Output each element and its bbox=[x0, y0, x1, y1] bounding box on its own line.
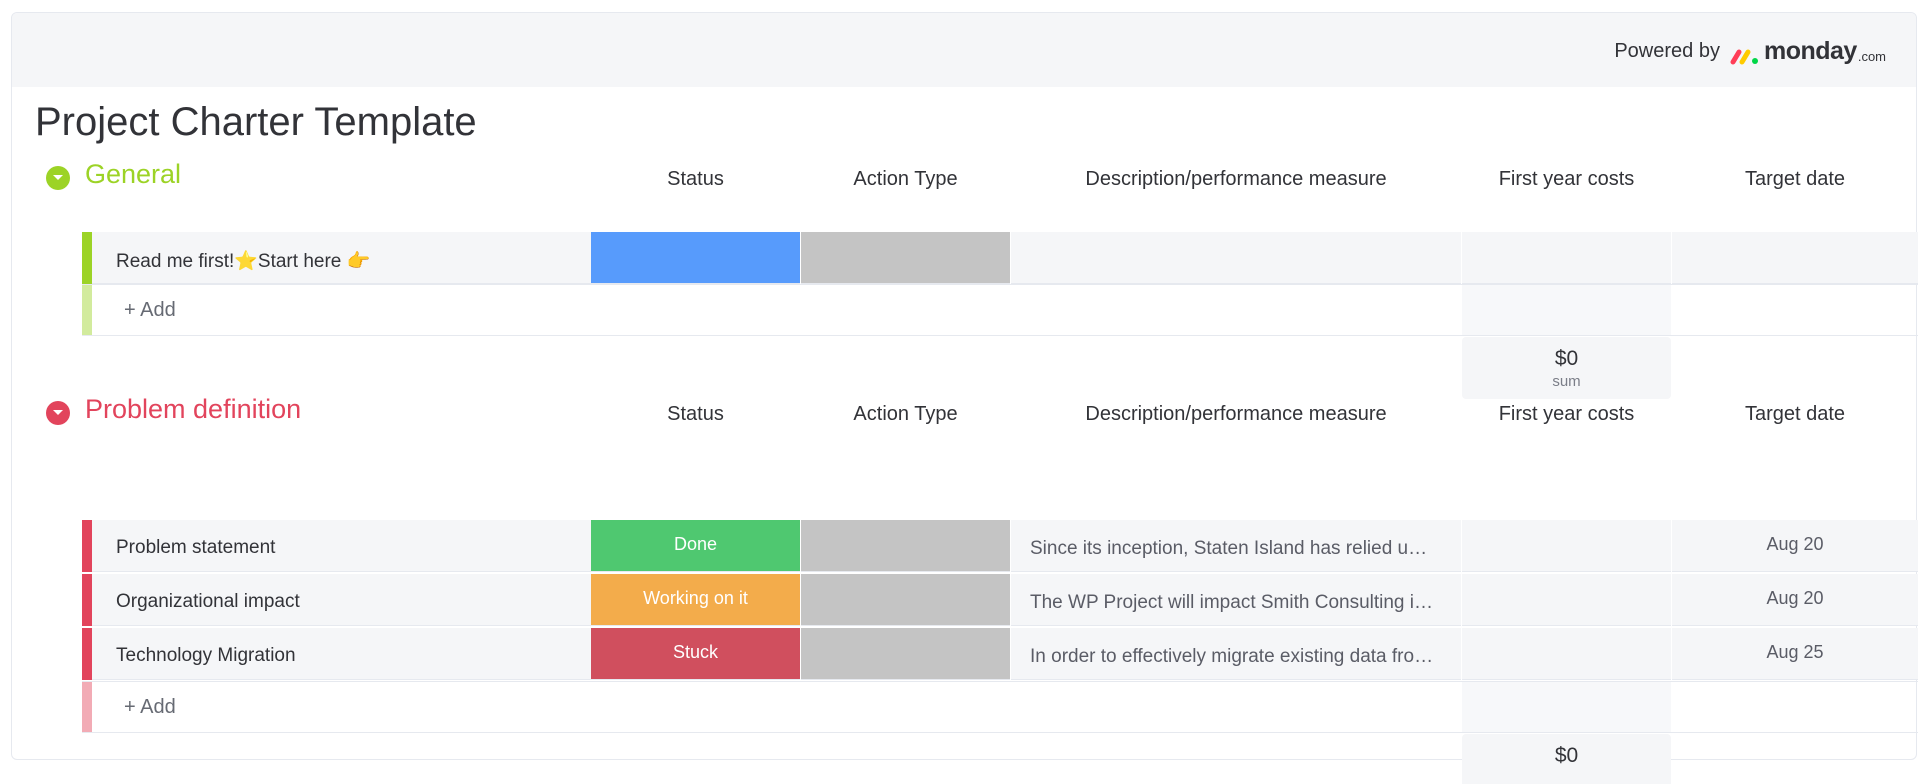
add-item-row[interactable]: + Add bbox=[82, 681, 1918, 733]
row-color-bar bbox=[82, 520, 92, 572]
description-cell[interactable] bbox=[1011, 232, 1461, 284]
column-header-first-year-costs[interactable]: First year costs bbox=[1462, 168, 1671, 191]
table-row[interactable]: Technology Migration Stuck In order to e… bbox=[82, 628, 1918, 680]
top-bar: Powered by monday .com bbox=[12, 13, 1916, 87]
add-item-button[interactable]: + Add bbox=[124, 696, 176, 719]
column-header-target-date[interactable]: Target date bbox=[1672, 168, 1918, 191]
table-row[interactable]: Organizational impact Working on it The … bbox=[82, 574, 1918, 626]
target-date-cell[interactable]: Aug 20 bbox=[1672, 520, 1918, 572]
target-date-cell[interactable] bbox=[1672, 232, 1918, 284]
target-date-text: Aug 25 bbox=[1766, 642, 1824, 662]
sum-summary: $0 bbox=[1462, 734, 1671, 784]
description-cell[interactable]: The WP Project will impact Smith Consult… bbox=[1011, 574, 1461, 626]
row-color-bar bbox=[82, 285, 92, 335]
powered-by[interactable]: Powered by monday .com bbox=[1614, 37, 1886, 66]
add-item-button[interactable]: + Add bbox=[124, 299, 176, 322]
description-cell[interactable]: Since its inception, Staten Island has r… bbox=[1011, 520, 1461, 572]
column-header-target-date[interactable]: Target date bbox=[1672, 403, 1918, 426]
sum-value: $0 bbox=[1554, 744, 1579, 767]
column-header-description[interactable]: Description/performance measure bbox=[1011, 168, 1461, 191]
group-header: Problem definition Status Action Type De… bbox=[0, 385, 1924, 435]
column-header-action-type[interactable]: Action Type bbox=[801, 403, 1010, 426]
item-name: Read me first!⭐Start here 👉 bbox=[116, 251, 371, 272]
item-name: Technology Migration bbox=[116, 645, 296, 666]
action-type-cell[interactable] bbox=[801, 574, 1010, 626]
description-cell[interactable]: In order to effectively migrate existing… bbox=[1011, 628, 1461, 680]
column-header-status[interactable]: Status bbox=[591, 403, 800, 426]
status-cell[interactable] bbox=[591, 232, 800, 284]
action-type-cell[interactable] bbox=[801, 232, 1010, 284]
add-item-row[interactable]: + Add bbox=[82, 284, 1918, 336]
item-name: Problem statement bbox=[116, 537, 276, 558]
column-header-description[interactable]: Description/performance measure bbox=[1011, 403, 1461, 426]
first-year-costs-cell[interactable] bbox=[1462, 232, 1671, 284]
monday-logo: monday .com bbox=[1730, 37, 1886, 66]
collapse-toggle[interactable] bbox=[46, 166, 70, 190]
chevron-down-icon bbox=[52, 404, 64, 422]
first-year-costs-cell[interactable] bbox=[1462, 520, 1671, 572]
table-row[interactable]: Problem statement Done Since its incepti… bbox=[82, 520, 1918, 572]
row-color-bar bbox=[82, 628, 92, 680]
collapse-toggle[interactable] bbox=[46, 401, 70, 425]
description-text: Since its inception, Staten Island has r… bbox=[1030, 538, 1428, 559]
status-cell[interactable]: Working on it bbox=[591, 574, 800, 626]
target-date-text: Aug 20 bbox=[1766, 534, 1824, 554]
description-text: The WP Project will impact Smith Consult… bbox=[1030, 592, 1433, 613]
powered-by-text: Powered by bbox=[1614, 40, 1720, 62]
cost-gap bbox=[1462, 682, 1671, 732]
column-header-status[interactable]: Status bbox=[591, 168, 800, 191]
status-cell[interactable]: Stuck bbox=[591, 628, 800, 680]
monday-logo-icon bbox=[1730, 49, 1758, 65]
row-color-bar bbox=[82, 232, 92, 284]
table-row[interactable]: Read me first!⭐Start here 👉 bbox=[82, 232, 1918, 284]
first-year-costs-cell[interactable] bbox=[1462, 574, 1671, 626]
group-title[interactable]: Problem definition bbox=[85, 394, 301, 425]
row-color-bar bbox=[82, 574, 92, 626]
item-name-cell[interactable]: Technology Migration bbox=[92, 628, 593, 680]
target-date-cell[interactable]: Aug 20 bbox=[1672, 574, 1918, 626]
item-name-cell[interactable]: Read me first!⭐Start here 👉 bbox=[92, 232, 593, 284]
cost-gap bbox=[1462, 285, 1671, 335]
group-title[interactable]: General bbox=[85, 159, 181, 190]
column-header-first-year-costs[interactable]: First year costs bbox=[1462, 403, 1671, 426]
row-color-bar bbox=[82, 682, 92, 732]
status-label: Done bbox=[673, 534, 718, 554]
first-year-costs-cell[interactable] bbox=[1462, 628, 1671, 680]
status-cell[interactable]: Done bbox=[591, 520, 800, 572]
chevron-down-icon bbox=[52, 169, 64, 187]
action-type-cell[interactable] bbox=[801, 628, 1010, 680]
item-name-cell[interactable]: Problem statement bbox=[92, 520, 593, 572]
target-date-cell[interactable]: Aug 25 bbox=[1672, 628, 1918, 680]
page-title: Project Charter Template bbox=[35, 100, 477, 144]
item-name-cell[interactable]: Organizational impact bbox=[92, 574, 593, 626]
description-text: In order to effectively migrate existing… bbox=[1030, 646, 1434, 667]
sum-value: $0 bbox=[1554, 347, 1579, 370]
action-type-cell[interactable] bbox=[801, 520, 1010, 572]
column-header-action-type[interactable]: Action Type bbox=[801, 168, 1010, 191]
brand-name: monday bbox=[1763, 37, 1857, 65]
brand-tld: .com bbox=[1857, 49, 1886, 64]
status-label: Working on it bbox=[643, 588, 748, 608]
target-date-text: Aug 20 bbox=[1766, 588, 1824, 608]
item-name: Organizational impact bbox=[116, 591, 300, 612]
group-header: General Status Action Type Description/p… bbox=[0, 150, 1924, 200]
status-label: Stuck bbox=[672, 642, 719, 662]
